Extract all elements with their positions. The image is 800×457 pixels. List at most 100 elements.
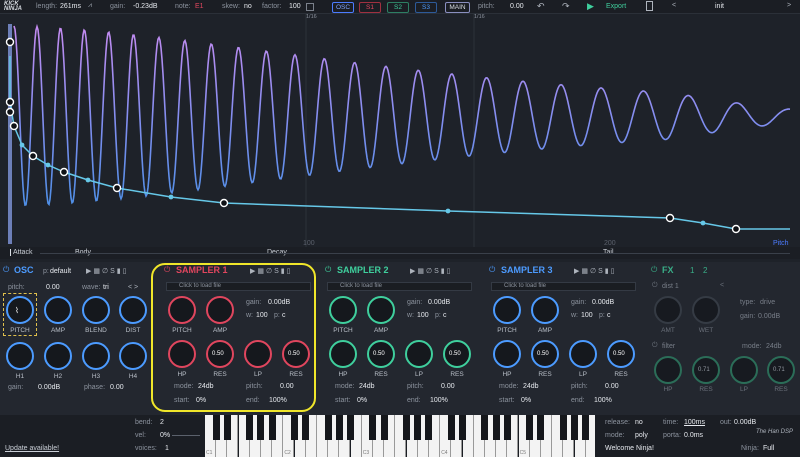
sampler-3-toolbar-icons[interactable]: ▶▦∅S▮▯ [574,267,616,275]
preset-name[interactable]: init [715,3,724,10]
osc-pitch-value[interactable]: 0.00 [46,284,60,291]
osc-dist-knob[interactable] [119,296,147,324]
sampler-3-res-knob[interactable]: 0.50 [531,340,559,368]
osc-gain-value[interactable]: 0.00dB [38,384,60,391]
black-key[interactable] [246,415,254,440]
waveform-icon[interactable]: ⩘ [88,2,92,10]
grid-b[interactable]: 1/16 [474,14,485,20]
bend-value[interactable]: 2 [160,419,164,426]
black-key[interactable] [302,415,310,440]
sampler-2-lp-knob[interactable] [405,340,433,368]
update-link[interactable]: Update available! [5,445,59,452]
osc-wave-arrows-icon[interactable]: < > [128,284,138,291]
fx-dist-power-icon[interactable]: ⏻ [652,282,658,290]
sampler-2-mode-value[interactable]: 24db [359,383,375,390]
skew-value[interactable]: no [244,3,252,10]
black-key[interactable] [223,415,231,440]
vel-value[interactable]: 0% [160,432,170,439]
osc-h1-knob[interactable] [6,342,34,370]
black-key[interactable] [447,415,455,440]
voices-value[interactable]: 1 [165,445,169,452]
sampler-3-file-field[interactable]: Click to load file [491,282,636,291]
black-key[interactable] [212,415,220,440]
tab-osc[interactable]: OSC [332,2,354,13]
length-value[interactable]: 261ms [60,3,81,10]
black-key[interactable] [414,415,422,440]
new-file-icon[interactable] [646,1,653,11]
sampler-3-end-value[interactable]: 100% [594,397,612,404]
sampler-3-lp-knob[interactable] [569,340,597,368]
fx-amt-knob[interactable] [654,296,682,324]
release-value[interactable]: no [635,419,643,426]
black-key[interactable] [537,415,545,440]
waveform-svg[interactable]: 100 200 Pitch [0,14,800,259]
osc-toolbar-icons[interactable]: ▶▦∅S▮▯ [86,267,128,275]
waveform-editor[interactable]: 100 200 Pitch [0,14,800,259]
black-key[interactable] [459,415,466,440]
black-key[interactable] [582,415,590,440]
fx-dist-prev-icon[interactable]: < [720,282,724,289]
sampler-3-pitch-knob[interactable] [493,296,521,324]
note-value[interactable]: E1 [195,3,204,10]
sampler-3-hp-knob[interactable] [493,340,521,368]
black-key[interactable] [559,415,567,440]
sampler-2-gain-value[interactable]: 0.00dB [428,299,450,306]
black-key[interactable] [369,415,377,440]
export-button[interactable]: Export [606,3,626,10]
sampler-2-res-knob[interactable]: 0.50 [367,340,395,368]
black-key[interactable] [571,415,578,440]
export-icon[interactable]: ▶ [587,1,594,12]
osc-h3-knob[interactable] [82,342,110,370]
black-key[interactable] [492,415,500,440]
osc-phase-value[interactable]: 0.00 [110,384,124,391]
black-key[interactable] [335,415,343,440]
fx-res2-knob[interactable]: 0.71 [767,356,795,384]
out-value[interactable]: 0.00dB [734,419,756,426]
fx-lp-knob[interactable] [730,356,758,384]
tab-s3[interactable]: S3 [415,2,437,13]
section-attack[interactable]: Attack [10,249,32,256]
fx-wet-knob[interactable] [692,296,720,324]
fx-type-value[interactable]: drive [760,299,775,306]
sampler-2-res2-knob[interactable]: 0.50 [443,340,471,368]
fx-tab-1[interactable]: 1 [690,266,694,275]
preset-prev-icon[interactable]: < [672,2,676,9]
mode-value[interactable]: poly [635,432,648,439]
sampler-3-w-value[interactable]: 100 [581,312,593,319]
redo-icon[interactable]: ↷ [562,1,570,12]
sampler-2-amp-knob[interactable] [367,296,395,324]
sampler-3-power-icon[interactable]: ⏻ [489,265,495,275]
fx-hp-knob[interactable] [654,356,682,384]
sampler-3-gain-value[interactable]: 0.00dB [592,299,614,306]
porta-value[interactable]: 0.0ms [684,432,703,439]
gain-value[interactable]: -0.23dB [133,3,158,10]
sampler-3-mode-value[interactable]: 24db [523,383,539,390]
sampler-2-file-field[interactable]: Click to load file [327,282,472,291]
osc-wave-value[interactable]: tri [103,284,109,291]
grid-a[interactable]: 1/16 [306,14,317,20]
black-key[interactable] [291,415,298,440]
fx-filter-power-icon[interactable]: ⏻ [652,342,658,350]
osc-blend-knob[interactable] [82,296,110,324]
osc-power-icon[interactable]: ⏻ [3,265,9,275]
sampler-3-p-value[interactable]: c [607,312,611,319]
sampler-2-p-value[interactable]: c [443,312,447,319]
black-key[interactable] [347,415,354,440]
sampler-3-amp-knob[interactable] [531,296,559,324]
osc-amp-knob[interactable] [44,296,72,324]
sampler-2-power-icon[interactable]: ⏻ [325,265,331,275]
osc-h4-knob[interactable] [119,342,147,370]
sampler-3-res2-knob[interactable]: 0.50 [607,340,635,368]
fx-mode-value[interactable]: 24db [766,343,782,350]
black-key[interactable] [403,415,410,440]
black-key[interactable] [324,415,332,440]
tab-s2[interactable]: S2 [387,2,409,13]
vel-slider[interactable] [172,435,200,436]
black-key[interactable] [380,415,388,440]
pitch-value[interactable]: 0.00 [510,3,524,10]
preset-next-icon[interactable]: > [787,2,791,9]
fx-res-knob[interactable]: 0.71 [692,356,720,384]
sampler-3-start-value[interactable]: 0% [521,397,531,404]
tab-main[interactable]: MAIN [445,2,470,13]
time-value[interactable]: 100ms [684,419,705,426]
